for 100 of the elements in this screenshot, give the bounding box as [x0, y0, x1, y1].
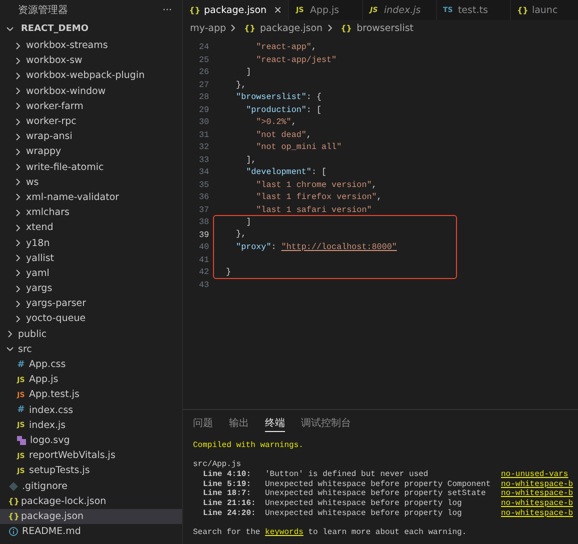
more-actions-button[interactable]: ··· — [162, 4, 172, 16]
folder-item[interactable]: yallist — [0, 250, 182, 266]
breadcrumb-item[interactable]: package.json — [260, 22, 323, 34]
braces-icon: {} — [8, 512, 18, 521]
folder-item[interactable]: workbox-streams — [0, 38, 182, 54]
folder-item[interactable]: worker-rpc — [0, 114, 182, 130]
folder-item[interactable]: public — [0, 326, 182, 342]
file-item[interactable]: logo.svg — [0, 432, 182, 448]
rule-link[interactable]: no-whitespace-b — [501, 499, 574, 509]
info-icon — [9, 527, 18, 536]
project-root[interactable]: REACT_DEMO — [0, 20, 182, 38]
line-number: 33 — [198, 154, 209, 166]
braces-icon: {} — [8, 496, 18, 506]
folder-item[interactable]: ws — [0, 174, 182, 190]
warning-message: Unexpected whitespace before property log — [265, 508, 463, 518]
code-line: }, — [235, 228, 248, 240]
keywords-link[interactable]: keywords — [265, 528, 304, 538]
braces-icon: {} — [189, 6, 199, 14]
folder-item[interactable]: xml-name-validator — [0, 190, 182, 206]
rule-link[interactable]: no-whitespace-b — [501, 489, 574, 500]
folder-item[interactable]: y18n — [0, 235, 182, 251]
folder-item[interactable]: worker-farm — [0, 98, 182, 114]
line-number: 36 — [198, 191, 209, 204]
chevron-right-icon[interactable] — [326, 24, 334, 32]
folder-item[interactable]: xtend — [0, 220, 182, 236]
folder-item[interactable]: workbox-sw — [0, 53, 182, 68]
line-number: 27 — [198, 78, 209, 91]
file-item[interactable]: .gitignore — [0, 478, 182, 494]
hash-icon: # — [16, 405, 26, 416]
breadcrumb-item[interactable]: my-app — [190, 22, 226, 34]
code-line: "react-app", — [255, 41, 318, 54]
close-icon[interactable]: × — [274, 4, 282, 16]
warning-location: Line 18:7: — [203, 489, 252, 499]
warning-message: Unexpected whitespace before property log — [265, 499, 463, 509]
code-line: "last 1 chrome version", — [255, 178, 378, 191]
folder-item[interactable]: yaml — [0, 266, 182, 281]
chevron-down-icon[interactable] — [6, 345, 14, 354]
code-line: "proxy": "http://localhost:8000" — [235, 240, 398, 253]
file-item[interactable]: {} package.json — [0, 508, 182, 524]
line-number: 28 — [198, 91, 209, 104]
line-number: 26 — [198, 66, 209, 78]
file-item[interactable]: # index.css — [0, 402, 182, 418]
code-line: } — [226, 266, 232, 278]
folder-item[interactable]: yargs-parser — [0, 296, 182, 312]
folder-item[interactable]: xmlchars — [0, 205, 182, 220]
folder-item[interactable]: yocto-queue — [0, 311, 182, 327]
braces-icon: {} — [516, 6, 527, 14]
code-line: "react-app/jest" — [255, 54, 338, 66]
breadcrumb-item[interactable]: browserslist — [356, 22, 414, 34]
folder-item[interactable]: workbox-window — [0, 84, 182, 99]
terminal-line: Compiled with warnings. — [193, 441, 304, 451]
line-number: 29 — [198, 104, 209, 116]
file-item[interactable]: README.md — [0, 524, 182, 540]
explorer-title: 资源管理器 — [18, 4, 68, 17]
line-number: 32 — [198, 141, 209, 154]
chevron-right-icon[interactable] — [229, 24, 238, 32]
folder-item[interactable]: yargs — [0, 281, 182, 296]
line-number: 43 — [198, 278, 209, 291]
line-number: 40 — [198, 241, 209, 254]
rule-link[interactable]: no-whitespace-b — [501, 508, 574, 518]
code-line: }, — [235, 78, 248, 91]
editor-tab[interactable]: {} package.json × — [183, 0, 289, 20]
warning-location: Line 5:19: — [203, 480, 252, 489]
code-line: ] — [245, 216, 252, 228]
braces-icon: {} — [244, 24, 254, 32]
code-line: "browserslist": { — [235, 91, 322, 104]
file-item[interactable]: # App.css — [0, 356, 182, 372]
panel-tab[interactable]: 问题 — [193, 416, 213, 432]
line-number: 24 — [198, 41, 209, 54]
line-number: 37 — [198, 204, 209, 216]
line-number: 42 — [198, 266, 209, 278]
panel-tab[interactable]: 终端 — [265, 416, 285, 432]
panel-tab[interactable]: 输出 — [229, 416, 249, 432]
panel-tab[interactable]: 调试控制台 — [301, 416, 351, 432]
line-number: 25 — [198, 54, 209, 66]
rule-link[interactable]: no-unused-vars — [501, 470, 568, 480]
warning-message: 'Button' is defined but never used — [265, 470, 430, 480]
diamond-icon — [9, 482, 18, 491]
terminal-line: Search for the keywords to learn more about each warning. — [193, 528, 468, 538]
code-line: ], — [245, 154, 258, 166]
file-item[interactable]: {} package-lock.json — [0, 494, 182, 509]
line-number: 31 — [198, 128, 209, 141]
folder-item[interactable]: wrap-ansi — [0, 129, 182, 144]
folder-item[interactable]: wrappy — [0, 144, 182, 160]
warning-message: Unexpected whitespace before property setState — [265, 489, 487, 499]
line-number: 39 — [198, 228, 209, 241]
chevron-down-icon[interactable] — [6, 25, 14, 33]
code-line: "production": [ — [245, 104, 322, 116]
line-number: 41 — [198, 254, 209, 266]
code-line: "last 1 firefox version", — [255, 191, 383, 204]
folder-item[interactable]: src — [0, 342, 182, 357]
folder-item[interactable]: write-file-atomic — [0, 160, 182, 175]
rule-link[interactable]: no-whitespace-b — [501, 480, 574, 490]
line-number: 38 — [198, 216, 209, 228]
warning-location: Line 24:20: — [203, 508, 257, 518]
folder-item[interactable]: workbox-webpack-plugin — [0, 68, 182, 84]
code-line: "development": [ — [245, 166, 328, 178]
code-line: "not dead", — [255, 128, 312, 141]
image-icon — [17, 436, 26, 445]
braces-icon: {} — [340, 24, 351, 32]
